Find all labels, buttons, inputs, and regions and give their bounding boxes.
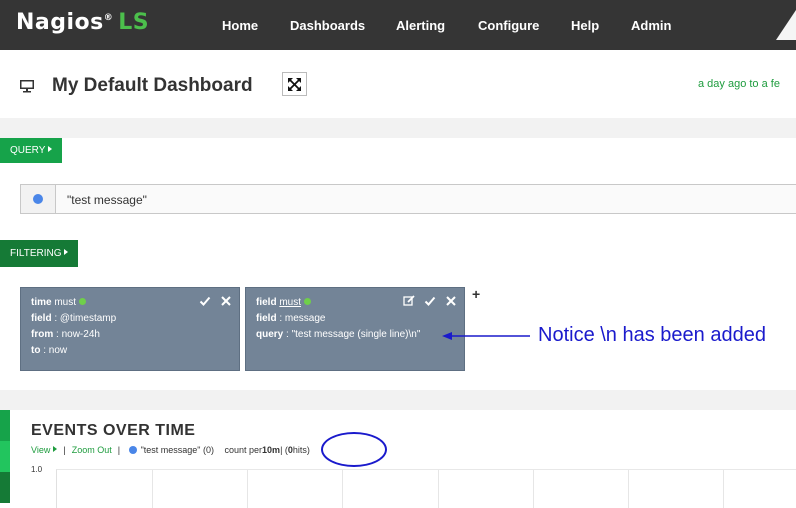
top-navbar: Nagios® LS Home Dashboards Alerting Confi…	[0, 0, 796, 50]
query-row: "test message"	[20, 184, 796, 214]
zoom-out-link[interactable]: Zoom Out	[72, 445, 112, 455]
query-tab[interactable]: QUERY	[0, 138, 63, 163]
y-axis-tick: 1.0	[31, 465, 43, 474]
edit-icon[interactable]	[403, 295, 415, 307]
nav-dashboards[interactable]: Dashboards	[290, 18, 365, 33]
query-color-picker[interactable]	[21, 185, 56, 213]
gridline	[438, 470, 439, 508]
close-icon[interactable]	[445, 295, 457, 307]
query-input[interactable]: "test message"	[67, 193, 147, 207]
panel-title: EVENTS OVER TIME	[31, 422, 196, 439]
expand-icon	[288, 77, 301, 91]
caret-right-icon	[64, 249, 69, 255]
gridline	[533, 470, 534, 508]
gridline	[628, 470, 629, 508]
filtering-tab[interactable]: FILTERING	[0, 240, 79, 267]
fullscreen-button[interactable]	[282, 72, 307, 96]
nav-admin[interactable]: Admin	[631, 18, 671, 33]
nav-home[interactable]: Home	[222, 18, 258, 33]
dashboard-title-bar: My Default Dashboard a day ago to a fe	[0, 50, 796, 118]
events-over-time-panel: EVENTS OVER TIME View | Zoom Out | "test me…	[0, 410, 796, 508]
check-icon[interactable]	[424, 295, 436, 307]
query-color-dot	[33, 194, 43, 204]
nav-help[interactable]: Help	[571, 18, 599, 33]
nav-alerting[interactable]: Alerting	[396, 18, 445, 33]
filter-query-value: "test message (single line)\n"	[291, 329, 421, 340]
series-legend[interactable]: "test message" (0)	[128, 445, 214, 455]
nav-configure[interactable]: Configure	[478, 18, 539, 33]
panel-side-bar	[0, 410, 10, 504]
add-filter-button[interactable]: +	[472, 286, 480, 302]
page-title: My Default Dashboard	[52, 75, 253, 96]
caret-right-icon	[48, 146, 53, 152]
filter-mandate[interactable]: must	[279, 297, 301, 308]
header-corner-decoration	[776, 10, 796, 40]
gridline	[723, 470, 724, 508]
filter-active-dot	[79, 298, 87, 305]
annotation-text: Notice \n has been added	[538, 324, 766, 346]
gridline	[152, 470, 153, 508]
hits-highlight-circle	[321, 432, 387, 467]
events-chart-area[interactable]	[56, 469, 796, 508]
interval-info: count per 10m | (0 hits)	[224, 445, 310, 455]
filter-card-field: field must field : message query : "test…	[245, 287, 465, 371]
filter-active-dot	[304, 298, 312, 305]
filter-mandate[interactable]: must	[54, 297, 76, 308]
timerange-link[interactable]: a day ago to a fe	[698, 78, 780, 90]
gridline	[342, 470, 343, 508]
monitor-icon	[20, 80, 34, 93]
annotation-arrow	[442, 332, 530, 340]
nagios-ls-logo[interactable]: Nagios® LS	[16, 10, 149, 35]
close-icon[interactable]	[220, 295, 232, 307]
series-color-dot	[128, 446, 137, 454]
filtering-panel: FILTERING time must field : @timestamp f…	[0, 234, 796, 390]
gridline	[247, 470, 248, 508]
check-icon[interactable]	[199, 295, 211, 307]
filter-card-time: time must field : @timestamp from : now-…	[20, 287, 240, 371]
query-panel: QUERY "test message"	[0, 138, 796, 234]
caret-right-icon	[53, 446, 58, 452]
events-toolbar: View | Zoom Out | "test message" (0) count …	[31, 445, 310, 455]
view-menu[interactable]: View	[31, 445, 58, 455]
